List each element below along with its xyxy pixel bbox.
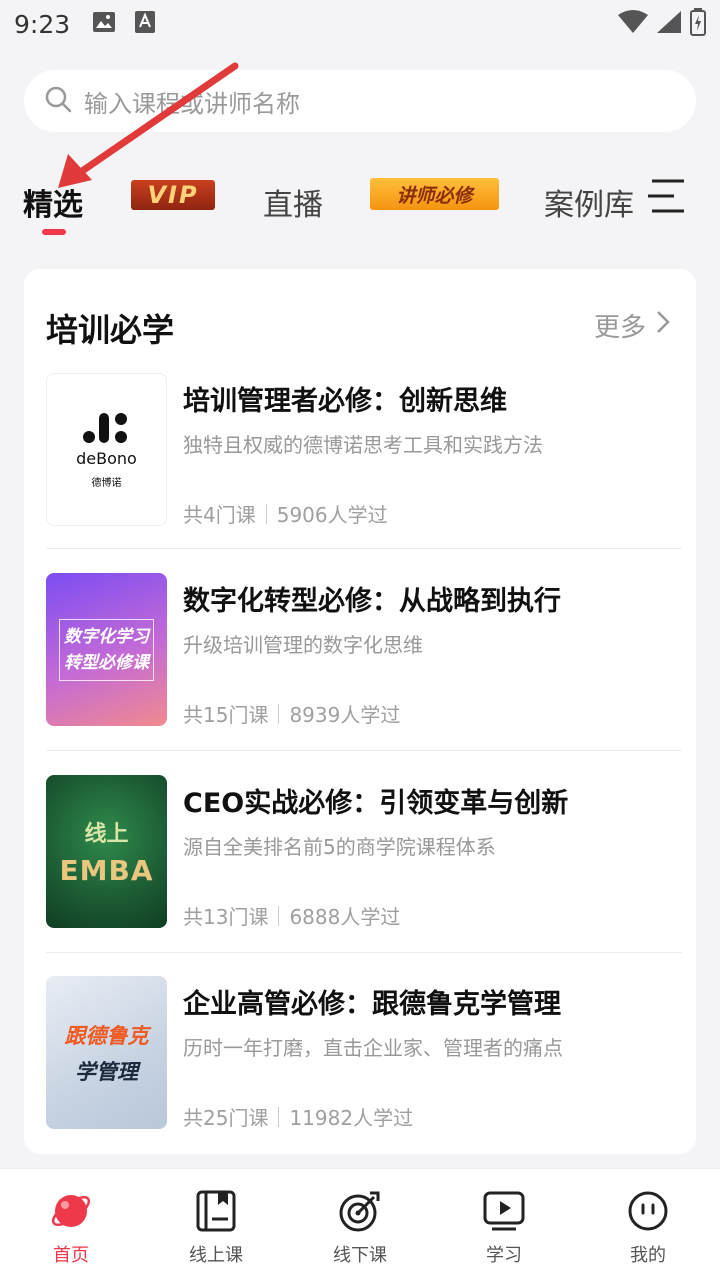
tab-featured[interactable]: 精选 — [23, 180, 83, 224]
more-link[interactable]: 更多 — [594, 307, 670, 344]
tab-lecturer-required[interactable]: 讲师必修 — [370, 178, 499, 210]
learner-count: 11982人学过 — [289, 1106, 414, 1130]
play-screen-icon — [482, 1189, 526, 1237]
nav-offline-courses[interactable]: 线下课 — [310, 1189, 410, 1267]
divider — [46, 952, 682, 953]
book-icon — [194, 1189, 238, 1237]
divider — [46, 548, 682, 549]
course-description: 历时一年打磨，直击企业家、管理者的痛点 — [183, 1036, 563, 1060]
thumbnail-text: 线上 — [84, 822, 129, 847]
course-description: 升级培训管理的数字化思维 — [183, 633, 423, 657]
nav-online-courses[interactable]: 线上课 — [166, 1189, 266, 1267]
course-title: 培训管理者必修：创新思维 — [183, 386, 507, 417]
search-bar[interactable]: 输入课程或讲师名称 — [24, 70, 696, 132]
lesson-count: 共4门课 — [183, 503, 256, 527]
target-icon — [338, 1189, 382, 1237]
course-meta: 共25门课 11982人学过 — [183, 1102, 413, 1131]
nav-label: 线上课 — [189, 1245, 243, 1266]
thumbnail-text: deBono — [76, 448, 137, 468]
thumbnail-text: 转型必修课 — [64, 652, 149, 673]
nav-label: 首页 — [53, 1245, 89, 1266]
lesson-count: 共25门课 — [183, 1106, 269, 1130]
nav-label: 我的 — [630, 1245, 666, 1266]
training-section-card: 培训必学 更多 deBono 德博诺 培训管理者必修：创新思维 独特且权威的德博… — [24, 269, 696, 1154]
nav-study[interactable]: 学习 — [454, 1189, 554, 1267]
category-tabs: 精选 直播 案例库 — [0, 170, 720, 240]
course-description: 独特且权威的德博诺思考工具和实践方法 — [183, 433, 543, 457]
debono-logo-icon — [82, 412, 127, 443]
course-item[interactable]: 线上 EMBA CEO实战必修：引领变革与创新 源自全美排名前5的商学院课程体系… — [46, 775, 682, 977]
text-notification-icon — [134, 10, 156, 38]
status-time: 9:23 — [14, 9, 71, 39]
tab-case-library[interactable]: 案例库 — [544, 180, 634, 224]
tab-vip[interactable]: VIP — [131, 180, 215, 210]
course-title: 企业高管必修：跟德鲁克学管理 — [183, 989, 561, 1020]
thumbnail-text: 跟德鲁克 — [64, 1023, 149, 1048]
bottom-nav: 首页 线上课 线下课 学习 我的 — [0, 1168, 720, 1280]
course-thumbnail: 线上 EMBA — [46, 775, 167, 928]
chevron-right-icon — [656, 310, 670, 341]
course-title: 数字化转型必修：从战略到执行 — [183, 586, 561, 617]
course-title: CEO实战必修：引领变革与创新 — [183, 788, 569, 819]
course-description: 源自全美排名前5的商学院课程体系 — [183, 835, 496, 859]
planet-icon — [49, 1189, 93, 1237]
battery-icon — [690, 8, 706, 40]
learner-count: 5906人学过 — [276, 503, 388, 527]
course-item[interactable]: deBono 德博诺 培训管理者必修：创新思维 独特且权威的德博诺思考工具和实践… — [46, 373, 682, 575]
thumbnail-text: 数字化学习 — [64, 626, 149, 647]
wifi-icon — [618, 10, 648, 38]
more-label: 更多 — [593, 313, 646, 343]
status-bar: 9:23 — [0, 0, 720, 48]
menu-icon[interactable] — [648, 178, 684, 214]
signal-icon — [656, 10, 682, 38]
divider — [46, 750, 682, 751]
course-meta: 共13门课 6888人学过 — [183, 901, 400, 930]
lesson-count: 共13门课 — [183, 905, 269, 929]
course-thumbnail: 跟德鲁克 学管理 — [46, 976, 167, 1129]
active-tab-indicator — [42, 229, 66, 235]
search-icon — [44, 85, 72, 117]
learner-count: 8939人学过 — [289, 703, 401, 727]
nav-label: 学习 — [486, 1245, 522, 1266]
lesson-count: 共15门课 — [183, 703, 269, 727]
course-item[interactable]: 数字化学习 转型必修课 数字化转型必修：从战略到执行 升级培训管理的数字化思维 … — [46, 573, 682, 775]
nav-label: 线下课 — [333, 1245, 387, 1266]
thumbnail-text: 学管理 — [75, 1059, 138, 1084]
nav-profile[interactable]: 我的 — [598, 1189, 698, 1267]
course-thumbnail: deBono 德博诺 — [46, 373, 167, 526]
section-title: 培训必学 — [46, 311, 175, 349]
face-icon — [626, 1189, 670, 1237]
course-thumbnail: 数字化学习 转型必修课 — [46, 573, 167, 726]
course-meta: 共4门课 5906人学过 — [183, 499, 388, 528]
search-input[interactable]: 输入课程或讲师名称 — [84, 84, 300, 119]
course-item[interactable]: 跟德鲁克 学管理 企业高管必修：跟德鲁克学管理 历时一年打磨，直击企业家、管理者… — [46, 976, 682, 1178]
image-icon — [92, 11, 116, 37]
tab-live[interactable]: 直播 — [263, 180, 323, 224]
thumbnail-text: EMBA — [59, 854, 154, 887]
learner-count: 6888人学过 — [289, 905, 401, 929]
nav-home[interactable]: 首页 — [21, 1189, 121, 1267]
course-meta: 共15门课 8939人学过 — [183, 699, 400, 728]
thumbnail-text: 德博诺 — [91, 477, 122, 489]
